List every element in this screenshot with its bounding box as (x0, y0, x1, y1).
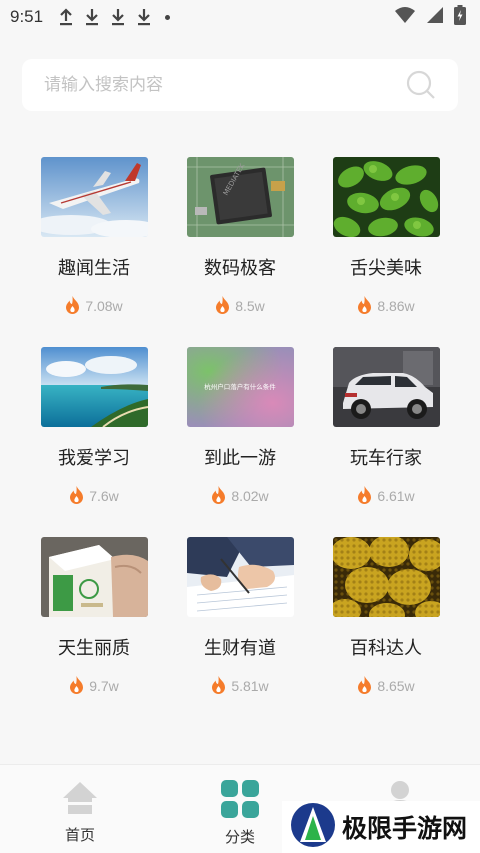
category-item[interactable]: 玩车行家 6.61w (313, 347, 459, 507)
category-heat: 9.7w (21, 675, 167, 697)
category-heat: 6.61w (313, 485, 459, 507)
category-item[interactable]: 杭州户口落户有什么条件 到此一游 8.02w (167, 347, 313, 507)
search-bar[interactable] (22, 59, 458, 111)
heat-value: 9.7w (89, 678, 119, 694)
category-name: 天生丽质 (58, 638, 130, 659)
flame-icon (211, 675, 226, 697)
category-item[interactable]: 舌尖美味 8.86w (313, 157, 459, 317)
flame-icon (357, 675, 372, 697)
category-name: 玩车行家 (350, 448, 422, 469)
thumb-caption: 杭州户口落户有什么条件 (204, 382, 276, 391)
heat-value: 6.61w (377, 488, 415, 504)
coast-photo (40, 347, 148, 427)
category-item[interactable]: MEDIATEK 数码极客 8.5w (167, 157, 313, 317)
category-name: 生财有道 (204, 638, 276, 659)
mediatek-chip-photo: MEDIATEK (186, 157, 294, 237)
category-item[interactable]: 生财有道 5.81w (167, 537, 313, 697)
home-icon (61, 780, 99, 820)
notification-icons (59, 8, 171, 26)
watermark-text: 极限手游网 (342, 814, 468, 843)
category-item[interactable]: 百科达人 8.65w (313, 537, 459, 697)
category-heat: 7.08w (21, 295, 167, 317)
category-item[interactable]: 天生丽质 9.7w (21, 537, 167, 697)
category-heat: 7.6w (21, 485, 167, 507)
heat-value: 7.08w (85, 298, 123, 314)
more-notifications-dot-icon (165, 14, 171, 20)
category-item[interactable]: 趣闻生活 7.08w (21, 157, 167, 317)
flame-icon (215, 295, 230, 317)
nav-label: 分类 (224, 828, 255, 846)
flame-icon (65, 295, 80, 317)
milk-carton-photo (40, 537, 148, 617)
heat-value: 7.6w (89, 488, 119, 504)
category-name: 我爱学习 (58, 448, 130, 469)
upload-icon (59, 8, 73, 26)
category-item[interactable]: 我爱学习 7.6w (21, 347, 167, 507)
cellular-signal-icon (426, 6, 444, 28)
gradient-text-photo: 杭州户口落户有什么条件 (186, 347, 294, 427)
flame-icon (357, 295, 372, 317)
watermark: 极限手游网 (282, 801, 480, 853)
airplane-photo (40, 157, 148, 237)
heat-value: 8.5w (235, 298, 265, 314)
category-heat: 8.65w (313, 675, 459, 697)
category-name: 数码极客 (204, 258, 276, 279)
heat-value: 5.81w (231, 678, 269, 694)
flame-icon (357, 485, 372, 507)
category-heat: 8.02w (167, 485, 313, 507)
category-name: 舌尖美味 (350, 258, 422, 279)
wifi-icon (394, 6, 416, 28)
battery-charging-icon (454, 5, 466, 29)
category-heat: 8.86w (313, 295, 459, 317)
flame-icon (69, 675, 84, 697)
durian-photo (332, 537, 440, 617)
download-icon (137, 8, 151, 26)
edamame-photo (332, 157, 440, 237)
nav-label: 首页 (64, 826, 95, 844)
nav-item-home[interactable]: 首页 (0, 765, 160, 853)
search-icon[interactable] (406, 70, 436, 100)
heat-value: 8.65w (377, 678, 415, 694)
category-heat: 8.5w (167, 295, 313, 317)
download-icon (111, 8, 125, 26)
category-name: 到此一游 (204, 448, 276, 469)
status-bar: 9:51 (0, 0, 480, 34)
status-time: 9:51 (10, 7, 44, 26)
flame-icon (69, 485, 84, 507)
category-heat: 5.81w (167, 675, 313, 697)
download-icon (85, 8, 99, 26)
category-name: 趣闻生活 (58, 258, 130, 279)
white-suv-photo (332, 347, 440, 427)
heat-value: 8.86w (377, 298, 415, 314)
category-grid-icon (221, 780, 259, 822)
search-input[interactable] (44, 75, 406, 95)
category-name: 百科达人 (350, 638, 422, 659)
flame-icon (211, 485, 226, 507)
writing-hand-photo (186, 537, 294, 617)
watermark-logo-icon (290, 802, 336, 852)
heat-value: 8.02w (231, 488, 269, 504)
